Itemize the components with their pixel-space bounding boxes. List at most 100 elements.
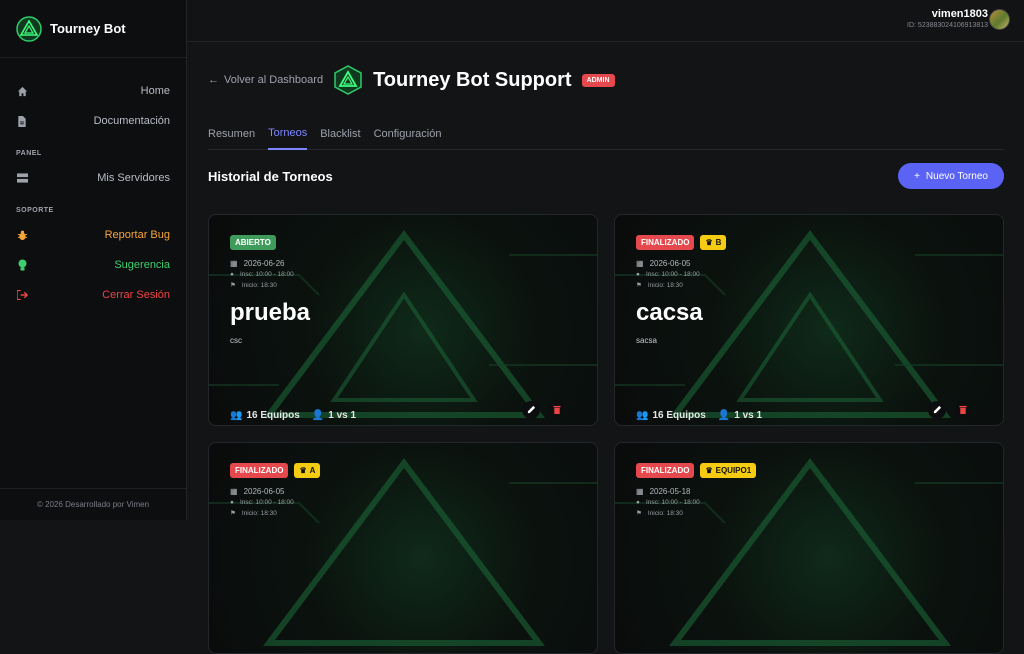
sidebar: Tourney Bot Home Documentación PANEL Mis… (0, 0, 187, 520)
date-row: ▦ 2026-05-18 (636, 487, 982, 496)
avatar[interactable] (989, 9, 1010, 30)
sidebar-item-label: Reportar Bug (104, 229, 170, 241)
sidebar-item-reportar-bug[interactable]: Reportar Bug (0, 220, 186, 250)
sidebar-item-documentacion[interactable]: Documentación (0, 106, 186, 136)
tournament-inicio: Inicio: 18:30 (647, 509, 683, 517)
tournament-card[interactable]: FINALIZADO ♛ EQUIPO1 ▦ 2026-05-18 ● Insc: 1… (614, 442, 1004, 654)
mode-label: 1 vs 1 (734, 410, 763, 421)
crown-icon: ♛ (705, 466, 713, 475)
sidebar-item-home[interactable]: Home (0, 76, 186, 106)
user-icon: 👤 (311, 410, 325, 421)
insc-row: ● Insc: 10:00 - 18:00 (230, 499, 576, 506)
calendar-icon: ▦ (636, 259, 644, 268)
clock-icon: ● (636, 499, 640, 506)
panel-section-label: PANEL (16, 150, 42, 157)
sidebar-item-sugerencia[interactable]: Sugerencia (0, 250, 186, 280)
inicio-row: ⚑ Inicio: 18:30 (230, 281, 576, 290)
edit-button[interactable] (928, 400, 946, 419)
inicio-row: ⚑ Inicio: 18:30 (636, 509, 982, 518)
user-info[interactable]: vimen1803 ID: 523883024106913813 (907, 8, 988, 29)
tournament-date: 2026-05-18 (649, 487, 691, 496)
trash-icon (553, 405, 561, 414)
tournament-date: 2026-06-26 (243, 259, 285, 268)
brand[interactable]: Tourney Bot (0, 0, 186, 58)
tournament-inicio: Inicio: 18:30 (241, 509, 277, 517)
edit-icon (933, 405, 941, 414)
sidebar-item-label: Cerrar Sesión (102, 289, 170, 301)
back-to-dashboard-link[interactable]: ← Volver al Dashboard (208, 74, 323, 86)
date-row: ▦ 2026-06-05 (636, 259, 982, 268)
sidebar-item-cerrar-sesion[interactable]: Cerrar Sesión (0, 280, 186, 310)
edit-icon (527, 405, 535, 414)
support-section-label: SOPORTE (16, 207, 54, 214)
delete-button[interactable] (954, 400, 972, 419)
tournament-description: sacsa (636, 336, 657, 345)
mode-stat: 👤 1 vs 1 (312, 410, 356, 421)
status-badge: ABIERTO (230, 235, 276, 250)
tournament-grid: ABIERTO ▦ 2026-06-26 ● Insc: 10:00 - 18:00… (208, 214, 1004, 654)
winner-label: B (715, 238, 722, 247)
insc-row: ● Insc: 10:00 - 18:00 (636, 271, 982, 278)
teams-stat: 👥 16 Equipos (230, 410, 300, 421)
inicio-row: ⚑ Inicio: 18:30 (636, 281, 982, 290)
winner-label: A (309, 466, 316, 475)
teams-count: 16 Equipos (652, 410, 706, 421)
tourney-bot-logo-icon (334, 65, 362, 95)
tournament-date: 2026-06-05 (243, 487, 285, 496)
flag-icon: ⚑ (230, 510, 236, 517)
tournament-insc: Insc: 10:00 - 18:00 (239, 271, 294, 278)
brand-name: Tourney Bot (50, 21, 126, 36)
insc-row: ● Insc: 10:00 - 18:00 (636, 499, 982, 506)
user-icon: 👤 (717, 410, 731, 421)
tab-configuracion[interactable]: Configuración (374, 118, 442, 150)
tournament-description: csc (230, 336, 242, 345)
tourney-bot-logo-icon (16, 15, 42, 42)
home-icon (16, 85, 28, 97)
plus-icon: + (914, 170, 920, 182)
new-tournament-button[interactable]: + Nuevo Torneo (898, 163, 1004, 189)
section-header: Historial de Torneos + Nuevo Torneo (208, 150, 1004, 202)
sidebar-item-mis-servidores[interactable]: Mis Servidores (0, 163, 186, 193)
winner-badge: ♛ B (700, 235, 727, 250)
calendar-icon: ▦ (230, 259, 238, 268)
tournament-inicio: Inicio: 18:30 (647, 281, 683, 289)
edit-button[interactable] (522, 400, 540, 419)
tournament-card[interactable]: FINALIZADO ♛ B ▦ 2026-06-05 ● Insc: 10:00 -… (614, 214, 1004, 426)
clock-icon: ● (230, 271, 234, 278)
status-badge: FINALIZADO (636, 463, 695, 478)
tournament-name: cacsa (636, 299, 703, 326)
delete-button[interactable] (548, 400, 566, 419)
arrow-left-icon: ← (208, 74, 219, 86)
sidebar-footer: © 2026 Desarrollado por Vimen (0, 488, 186, 520)
mode-label: 1 vs 1 (328, 410, 357, 421)
inicio-row: ⚑ Inicio: 18:30 (230, 509, 576, 518)
new-tournament-label: Nuevo Torneo (925, 170, 988, 182)
mode-stat: 👤 1 vs 1 (718, 410, 762, 421)
calendar-icon: ▦ (230, 487, 238, 496)
users-icon: 👥 (636, 410, 649, 421)
sidebar-item-label: Sugerencia (114, 259, 170, 271)
teams-stat: 👥 16 Equipos (636, 410, 706, 421)
clock-icon: ● (636, 271, 640, 278)
tournament-card[interactable]: ABIERTO ▦ 2026-06-26 ● Insc: 10:00 - 18:00… (208, 214, 598, 426)
server-icon (16, 172, 28, 184)
tournament-insc: Insc: 10:00 - 18:00 (239, 499, 294, 506)
flag-icon: ⚑ (636, 510, 642, 517)
main-content: ← Volver al Dashboard Tourney Bot Suppor… (208, 42, 1004, 654)
document-icon (16, 115, 28, 127)
sidebar-item-label: Mis Servidores (97, 172, 170, 184)
logout-icon (16, 289, 28, 301)
lightbulb-icon (16, 259, 28, 271)
winner-badge: ♛ EQUIPO1 (700, 463, 757, 478)
tournament-date: 2026-06-05 (649, 259, 691, 268)
tabs: Resumen Torneos Blacklist Configuración (208, 118, 1004, 150)
tournament-card[interactable]: FINALIZADO ♛ A ▦ 2026-06-05 ● Insc: 10:00 -… (208, 442, 598, 654)
sidebar-item-label: Home (140, 85, 170, 97)
calendar-icon: ▦ (636, 487, 644, 496)
tab-resumen[interactable]: Resumen (208, 118, 255, 150)
page-header: ← Volver al Dashboard Tourney Bot Suppor… (208, 42, 1004, 118)
tab-torneos[interactable]: Torneos (268, 117, 308, 150)
tab-blacklist[interactable]: Blacklist (320, 118, 360, 150)
crown-icon: ♛ (705, 238, 713, 247)
status-badge: FINALIZADO (636, 235, 695, 250)
